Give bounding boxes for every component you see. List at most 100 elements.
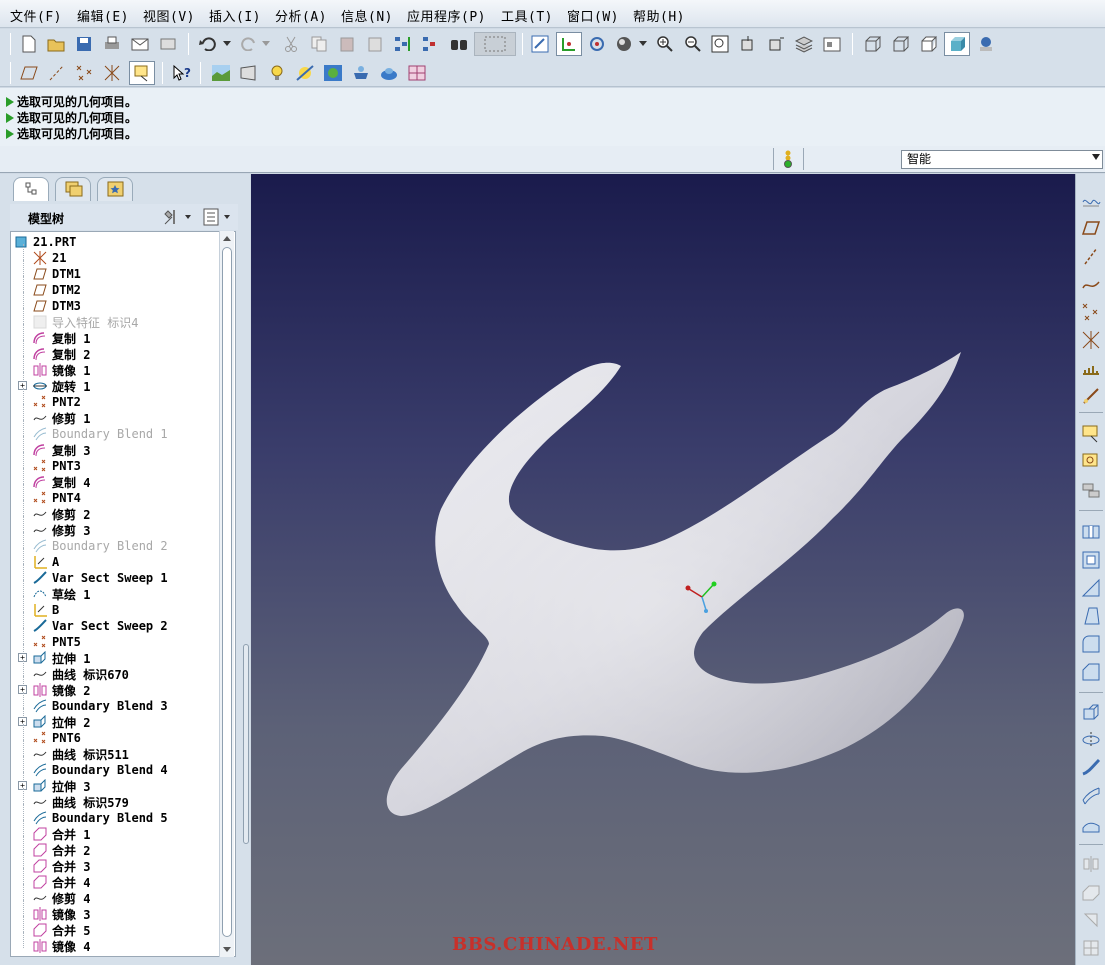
datum-point-tool-icon[interactable] bbox=[1081, 302, 1101, 322]
trim-tool-icon[interactable] bbox=[1081, 910, 1101, 930]
undo-icon[interactable] bbox=[198, 34, 218, 54]
sketched-curve-icon[interactable] bbox=[1081, 190, 1101, 210]
revolve-tool-icon[interactable] bbox=[1081, 730, 1101, 750]
draft-icon[interactable] bbox=[1081, 606, 1101, 626]
var-sect-sweep-tool-icon[interactable] bbox=[1081, 758, 1101, 778]
tree-node[interactable]: DTM1 bbox=[33, 266, 81, 282]
tree-node[interactable]: 镜像 3 bbox=[33, 906, 90, 922]
intersect-tool-icon[interactable] bbox=[1081, 938, 1101, 958]
shell-icon[interactable] bbox=[1081, 550, 1101, 570]
tree-node[interactable]: Boundary Blend 1 bbox=[33, 426, 168, 442]
annotation-display-icon[interactable] bbox=[129, 61, 155, 85]
datum-curve-tool-icon[interactable] bbox=[1081, 274, 1101, 294]
room-editor-icon[interactable] bbox=[379, 63, 399, 83]
render-window-icon[interactable] bbox=[323, 63, 343, 83]
tree-node[interactable]: 草绘 1 bbox=[33, 586, 90, 602]
menu-file[interactable]: 文件(F) bbox=[10, 6, 62, 25]
tree-node[interactable]: 曲线 标识670 bbox=[33, 666, 129, 682]
menu-view[interactable]: 视图(V) bbox=[143, 6, 195, 25]
analysis-feature-icon[interactable] bbox=[1081, 358, 1101, 378]
save-icon[interactable] bbox=[74, 34, 94, 54]
tree-scrollbar[interactable] bbox=[219, 231, 234, 957]
tree-node[interactable]: 拉伸 2 bbox=[33, 714, 90, 730]
tree-node[interactable]: 合并 4 bbox=[33, 874, 90, 890]
trident-model[interactable] bbox=[386, 352, 964, 816]
style-tool-icon[interactable] bbox=[1081, 814, 1101, 834]
menu-applications[interactable]: 应用程序(P) bbox=[407, 6, 486, 25]
csys-display-icon[interactable] bbox=[103, 63, 123, 83]
tree-node[interactable]: DTM2 bbox=[33, 282, 81, 298]
scroll-up-icon[interactable] bbox=[222, 233, 232, 243]
paste-icon[interactable] bbox=[337, 34, 357, 54]
regenerate-icon[interactable] bbox=[393, 34, 413, 54]
model-3d-view[interactable] bbox=[251, 174, 1075, 965]
panel-splitter-handle[interactable] bbox=[243, 644, 249, 844]
tree-node[interactable]: 修剪 1 bbox=[33, 410, 90, 426]
tree-node[interactable]: 21 bbox=[33, 250, 66, 266]
lighting-icon[interactable] bbox=[211, 63, 231, 83]
texture-icon[interactable] bbox=[407, 63, 427, 83]
print-icon[interactable] bbox=[102, 34, 122, 54]
tree-node[interactable]: 修剪 3 bbox=[33, 522, 90, 538]
find-icon[interactable] bbox=[449, 34, 469, 54]
tree-node[interactable]: 复制 1 bbox=[33, 330, 90, 346]
extrude-tool-icon[interactable] bbox=[1081, 702, 1101, 722]
datum-plane-display-icon[interactable] bbox=[19, 63, 39, 83]
tree-node[interactable]: PNT6 bbox=[33, 730, 81, 746]
hole-icon[interactable] bbox=[1081, 522, 1101, 542]
tree-node[interactable]: Var Sect Sweep 1 bbox=[33, 570, 168, 586]
chamfer-icon[interactable] bbox=[1081, 662, 1101, 682]
hidden-line-icon[interactable] bbox=[890, 34, 910, 54]
tree-node[interactable]: 合并 3 bbox=[33, 858, 90, 874]
new-file-icon[interactable] bbox=[19, 34, 39, 54]
rib-icon[interactable] bbox=[1081, 578, 1101, 598]
favorites-tab[interactable] bbox=[97, 177, 133, 201]
tree-node[interactable]: PNT5 bbox=[33, 634, 81, 650]
scene-icon[interactable] bbox=[351, 63, 371, 83]
copy-geometry-icon[interactable] bbox=[1081, 452, 1101, 472]
open-file-icon[interactable] bbox=[46, 34, 66, 54]
csys-tool-icon[interactable] bbox=[1081, 330, 1101, 350]
round-icon[interactable] bbox=[1081, 634, 1101, 654]
redraw-icon[interactable] bbox=[530, 34, 550, 54]
context-help-icon[interactable]: ? bbox=[172, 63, 192, 83]
menu-window[interactable]: 窗口(W) bbox=[567, 6, 619, 25]
tree-settings-icon[interactable] bbox=[162, 207, 192, 227]
scroll-down-icon[interactable] bbox=[222, 943, 232, 953]
mirror-tool-icon[interactable] bbox=[1081, 854, 1101, 874]
folder-browser-tab[interactable] bbox=[55, 177, 91, 201]
tree-node[interactable]: DTM3 bbox=[33, 298, 81, 314]
render-setup-icon[interactable] bbox=[295, 63, 315, 83]
tree-node[interactable]: 镜像 4 bbox=[33, 938, 90, 954]
refit-icon[interactable] bbox=[710, 34, 730, 54]
select-box-icon[interactable] bbox=[474, 32, 516, 56]
tree-node[interactable]: 镜像 2 bbox=[33, 682, 90, 698]
tree-node[interactable]: 合并 2 bbox=[33, 842, 90, 858]
tree-node[interactable]: 旋转 1 bbox=[33, 378, 90, 394]
copy-icon[interactable] bbox=[309, 34, 329, 54]
no-hidden-icon[interactable] bbox=[918, 34, 938, 54]
regeneration-manager-icon[interactable] bbox=[421, 34, 441, 54]
tree-node[interactable]: Boundary Blend 3 bbox=[33, 698, 168, 714]
light-bulb-icon[interactable] bbox=[267, 63, 287, 83]
tree-show-icon[interactable] bbox=[202, 207, 234, 227]
tree-node[interactable]: A bbox=[33, 554, 59, 570]
model-tree-tab[interactable] bbox=[13, 177, 49, 201]
datum-axis-tool-icon[interactable] bbox=[1081, 246, 1101, 266]
cut-icon[interactable] bbox=[281, 34, 301, 54]
tree-node[interactable]: 曲线 标识511 bbox=[33, 746, 129, 762]
send-email-icon[interactable] bbox=[130, 34, 150, 54]
paste-special-icon[interactable] bbox=[365, 34, 385, 54]
zoom-out-icon[interactable] bbox=[683, 34, 703, 54]
reference-icon[interactable] bbox=[1081, 386, 1101, 406]
appearance-dropdown-icon[interactable] bbox=[637, 34, 649, 54]
tree-node[interactable]: 复制 4 bbox=[33, 474, 90, 490]
note-icon[interactable] bbox=[1081, 424, 1101, 444]
menu-edit[interactable]: 编辑(E) bbox=[77, 6, 129, 25]
orient-mode-icon[interactable] bbox=[587, 34, 607, 54]
spin-center-icon[interactable] bbox=[556, 32, 582, 56]
selection-filter-select[interactable]: 智能 bbox=[901, 150, 1103, 169]
boundary-blend-tool-icon[interactable] bbox=[1081, 786, 1101, 806]
merge-tool-icon[interactable] bbox=[1081, 882, 1101, 902]
tree-node[interactable]: B bbox=[33, 602, 59, 618]
